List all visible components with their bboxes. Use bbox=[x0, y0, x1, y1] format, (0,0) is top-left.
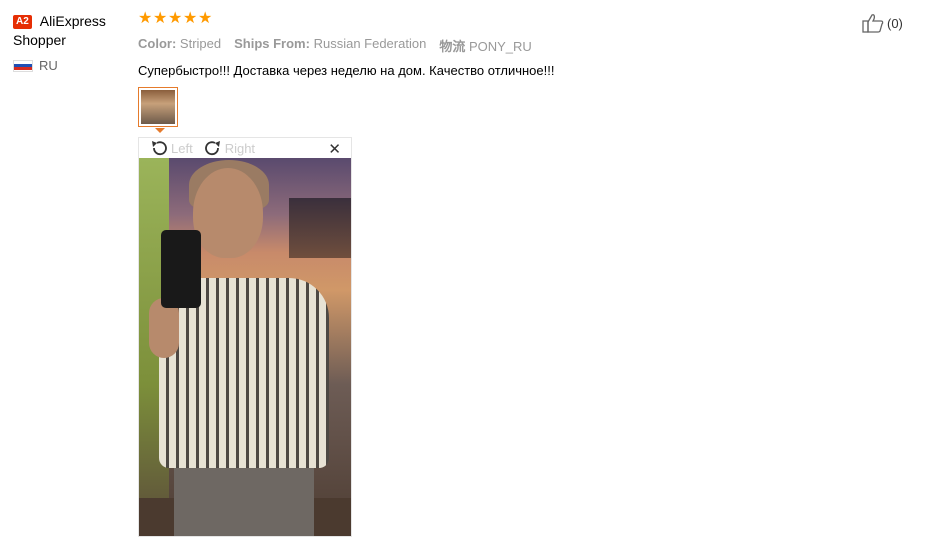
russia-flag-icon bbox=[13, 59, 33, 72]
ships-from-label: Ships From: bbox=[234, 36, 310, 51]
photo-background bbox=[289, 198, 351, 258]
photo-face bbox=[193, 168, 263, 258]
star-icon: ★ bbox=[198, 10, 213, 27]
rotate-left-label: Left bbox=[171, 140, 193, 156]
rotate-right-button[interactable]: Right bbox=[203, 139, 255, 157]
reviewer-name-line: A2 AliExpress bbox=[13, 12, 123, 31]
rotate-left-icon bbox=[152, 141, 167, 156]
logistics-label: 物流 bbox=[439, 39, 466, 54]
helpful-button[interactable]: (0) bbox=[862, 13, 903, 33]
photo-viewer: Left Right ✕ bbox=[138, 137, 352, 537]
star-icon: ★ bbox=[153, 10, 168, 27]
reviewer-name: AliExpress bbox=[39, 13, 106, 29]
reviewer-country: RU bbox=[13, 58, 123, 73]
thumbnail-image bbox=[141, 90, 175, 124]
logistics-value: PONY_RU bbox=[468, 39, 532, 54]
thumbs-up-icon bbox=[862, 14, 884, 33]
viewer-toolbar: Left Right ✕ bbox=[139, 138, 351, 158]
star-icon: ★ bbox=[168, 10, 183, 27]
review-text: Супербыстро!!! Доставка через неделю на … bbox=[138, 63, 555, 78]
rotate-right-label: Right bbox=[224, 140, 256, 156]
review-block: ★ ★ ★ ★ ★ Color: Striped Ships From: Rus… bbox=[138, 10, 898, 79]
close-icon[interactable]: ✕ bbox=[328, 140, 341, 158]
review-photo-thumbnail[interactable] bbox=[138, 87, 178, 127]
helpful-count: (0) bbox=[887, 15, 903, 31]
thumbnail-pointer bbox=[155, 128, 165, 133]
rotate-right-icon bbox=[204, 141, 220, 156]
star-rating: ★ ★ ★ ★ ★ bbox=[138, 10, 898, 30]
color-label: Color: bbox=[138, 36, 177, 51]
logistics-attribute: 物流 PONY_RU bbox=[439, 36, 532, 55]
star-icon: ★ bbox=[138, 10, 153, 27]
country-code: RU bbox=[39, 58, 58, 73]
review-photo bbox=[139, 158, 351, 536]
color-value: Striped bbox=[179, 36, 222, 51]
ships-from-value: Russian Federation bbox=[313, 36, 427, 51]
rotate-left-button[interactable]: Left bbox=[149, 139, 193, 157]
color-attribute: Color: Striped bbox=[138, 36, 221, 55]
review-attributes: Color: Striped Ships From: Russian Feder… bbox=[138, 36, 898, 55]
reviewer-name-second-line: Shopper bbox=[13, 32, 66, 48]
star-icon: ★ bbox=[183, 10, 198, 27]
reviewer-info: A2 AliExpress Shopper RU bbox=[13, 12, 123, 73]
photo-phone bbox=[161, 230, 201, 308]
level-badge: A2 bbox=[13, 15, 32, 29]
ships-from-attribute: Ships From: Russian Federation bbox=[234, 36, 426, 55]
